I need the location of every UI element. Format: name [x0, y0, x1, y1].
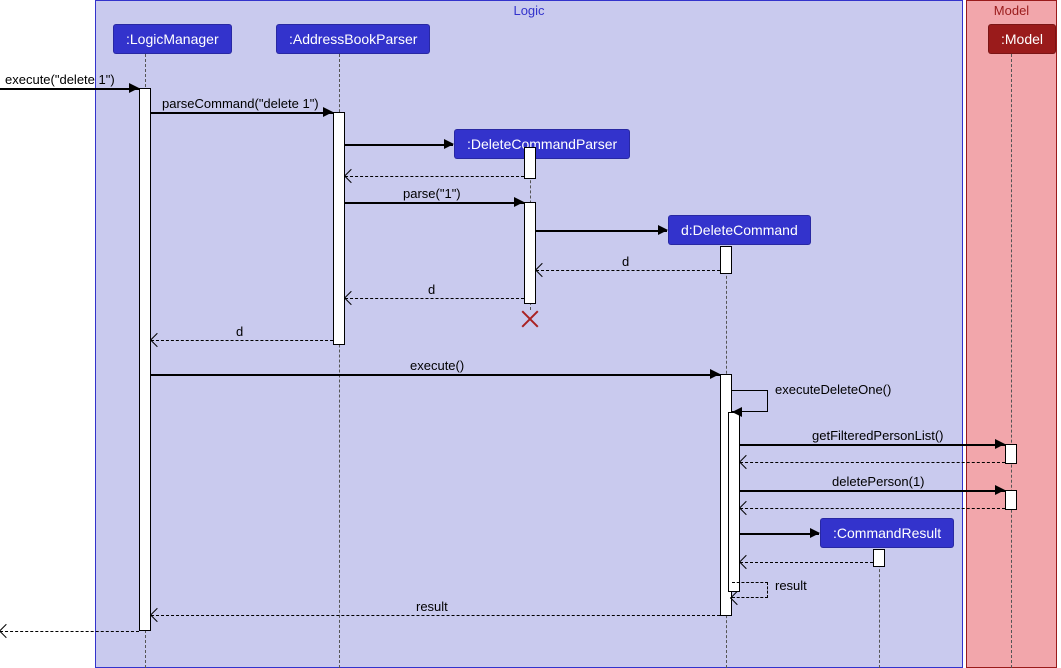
msg-ret-d2 [345, 298, 524, 299]
label-parse-command: parseCommand("delete 1") [162, 96, 319, 111]
msg-create-dcp [345, 144, 453, 146]
activation-delete-command-inner [728, 412, 740, 592]
msg-ret-dcp [345, 176, 524, 177]
activation-model-2 [1005, 490, 1017, 510]
participant-address-book-parser: :AddressBookParser [276, 24, 430, 54]
activation-command-result [873, 549, 885, 567]
msg-parse [345, 202, 524, 204]
label-executeDeleteOne: executeDeleteOne() [775, 382, 891, 397]
participant-delete-command-parser: :DeleteCommandParser [454, 129, 630, 159]
msg-ret-d1 [536, 270, 720, 271]
logic-region-title: Logic [513, 3, 544, 18]
label-ret-d1: d [622, 254, 629, 269]
activation-address-book-parser [333, 112, 345, 345]
msg-ret-getfiltered [740, 462, 1005, 463]
arrow-execute-in [129, 83, 139, 93]
arrow-getfiltered [995, 439, 1005, 449]
label-getfiltered: getFilteredPersonList() [812, 428, 944, 443]
activation-delete-command-create [720, 246, 732, 274]
arrow-execute [710, 369, 720, 379]
activation-delete-command-parser-1 [524, 147, 536, 179]
arrow-parse-command [323, 107, 333, 117]
arrow-create-dcp [444, 139, 454, 149]
participant-delete-command: d:DeleteCommand [668, 215, 811, 245]
label-execute: execute() [410, 358, 464, 373]
label-ret-d2: d [428, 282, 435, 297]
activation-delete-command-parser-2 [524, 202, 536, 304]
label-execute-in: execute("delete 1") [5, 72, 115, 87]
model-region-title: Model [994, 3, 1029, 18]
label-result: result [416, 599, 448, 614]
msg-ret-result [151, 615, 720, 616]
msg-execute-in [0, 88, 139, 90]
msg-execute [151, 374, 720, 376]
arrow-ret-out [0, 624, 13, 638]
msg-create-dc [536, 230, 667, 232]
label-result-inner: result [775, 578, 807, 593]
msg-getfiltered [740, 444, 1005, 446]
label-deleteperson: deletePerson(1) [832, 474, 925, 489]
msg-deleteperson [740, 490, 1005, 492]
msg-ret-d3 [151, 340, 333, 341]
arrow-create-dc [658, 225, 668, 235]
activation-model-1 [1005, 444, 1017, 464]
label-ret-d3: d [236, 324, 243, 339]
activation-logic-manager [139, 88, 151, 631]
participant-command-result: :CommandResult [820, 518, 954, 548]
arrow-deleteperson [995, 485, 1005, 495]
arrow-create-cr [810, 528, 820, 538]
label-parse: parse("1") [403, 186, 461, 201]
msg-ret-cr [740, 562, 873, 563]
msg-ret-out [0, 631, 139, 632]
arrow-parse [514, 197, 524, 207]
msg-parse-command [151, 112, 333, 114]
lifeline-model [1011, 54, 1012, 668]
msg-ret-deleteperson [740, 508, 1005, 509]
destroy-delete-command-parser [519, 308, 541, 330]
participant-logic-manager: :LogicManager [113, 24, 232, 54]
msg-create-cr [740, 533, 819, 535]
participant-model: :Model [988, 24, 1056, 54]
sequence-diagram: Logic Model :LogicManager :AddressBookPa… [0, 0, 1061, 668]
arrow-self-exec-in [732, 407, 742, 417]
